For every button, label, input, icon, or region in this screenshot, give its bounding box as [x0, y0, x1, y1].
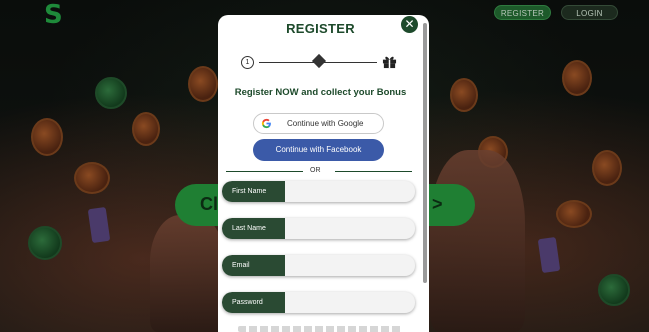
- divider-line: [226, 171, 303, 172]
- hero-cta-arrow: >: [432, 194, 443, 214]
- coin-decoration: [556, 200, 592, 228]
- step-one-indicator: 1: [241, 56, 254, 69]
- password-label: Password: [222, 292, 285, 313]
- modal-title: REGISTER: [286, 21, 355, 36]
- coin-decoration: [95, 77, 127, 109]
- person-right-silhouette: [430, 150, 525, 332]
- coin-decoration: [132, 112, 160, 146]
- email-input[interactable]: [285, 255, 415, 276]
- diamond-icon: [311, 53, 327, 69]
- email-field[interactable]: Email: [222, 255, 415, 276]
- coin-decoration: [28, 226, 62, 260]
- coin-decoration: [562, 60, 592, 96]
- coin-decoration: [74, 162, 110, 194]
- password-field[interactable]: Password: [222, 292, 415, 313]
- continue-with-facebook-button[interactable]: Continue with Facebook: [253, 139, 384, 161]
- divider-line: [335, 171, 412, 172]
- site-logo[interactable]: S: [44, 0, 63, 30]
- last-name-field[interactable]: Last Name: [222, 218, 415, 239]
- coin-decoration: [450, 78, 478, 112]
- first-name-field[interactable]: First Name: [222, 181, 415, 202]
- coin-decoration: [592, 150, 622, 186]
- header-register-button[interactable]: REGISTER: [494, 5, 551, 20]
- modal-scrollbar[interactable]: [423, 23, 427, 283]
- first-name-input[interactable]: [285, 181, 415, 202]
- bonus-subtitle: Register NOW and collect your Bonus: [234, 87, 407, 98]
- coin-decoration: [31, 118, 63, 156]
- gift-icon: [382, 56, 397, 69]
- step-connector: [330, 62, 377, 63]
- coin-decoration: [188, 66, 218, 102]
- email-label: Email: [222, 255, 285, 276]
- password-input[interactable]: [285, 292, 415, 313]
- close-icon[interactable]: ✕: [401, 16, 418, 33]
- terms-text-cutoff: [238, 326, 403, 332]
- divider-or-text: OR: [310, 167, 321, 174]
- register-modal: REGISTER 1 Register NOW and collect your…: [218, 15, 429, 332]
- google-button-label: Continue with Google: [287, 119, 364, 128]
- last-name-label: Last Name: [222, 218, 285, 239]
- hero-cta-text: Cl: [200, 194, 218, 214]
- continue-with-google-button[interactable]: Continue with Google: [253, 113, 384, 134]
- google-icon: [261, 118, 271, 129]
- last-name-input[interactable]: [285, 218, 415, 239]
- first-name-label: First Name: [222, 181, 285, 202]
- header-login-button[interactable]: LOGIN: [561, 5, 618, 20]
- coin-decoration: [598, 274, 630, 306]
- person-left-silhouette: [150, 215, 225, 332]
